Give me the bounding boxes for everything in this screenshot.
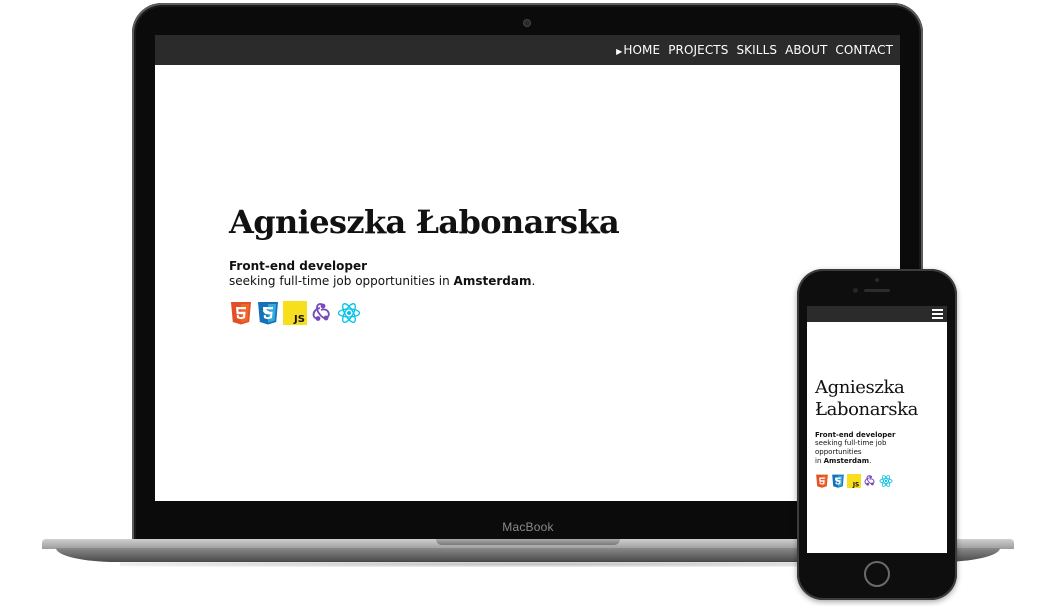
hamburger-menu-icon[interactable] — [932, 309, 943, 319]
nav-item-projects[interactable]: PROJECTS — [668, 43, 728, 57]
redux-icon — [310, 301, 334, 325]
nav-item-contact[interactable]: CONTACT — [835, 43, 893, 57]
mobile-profile-description: seeking full-time job opportunities in A… — [815, 439, 935, 466]
laptop-notch — [436, 539, 620, 545]
javascript-icon: JS — [283, 301, 307, 325]
mobile-javascript-icon-label: JS — [852, 482, 859, 488]
mobile-tech-icons: JS — [815, 474, 935, 488]
phone-home-button[interactable] — [864, 561, 890, 587]
nav-item-skills[interactable]: SKILLS — [736, 43, 777, 57]
description-period: . — [531, 274, 536, 288]
html5-icon — [229, 301, 253, 325]
tech-icons: JS — [229, 301, 619, 325]
react-icon — [879, 474, 893, 488]
mobile-profile-name: Agnieszka Łabonarska — [815, 377, 935, 421]
nav-label-home: HOME — [623, 43, 661, 57]
css3-icon — [256, 301, 280, 325]
hero: Agnieszka Łabonarska Front-end developer… — [229, 203, 620, 325]
description-text: seeking full-time job opportunities in — [229, 274, 454, 288]
profile-name: Agnieszka Łabonarska — [229, 203, 620, 241]
description-city: Amsterdam — [453, 274, 532, 288]
mobile-desc-period: . — [869, 457, 872, 465]
mobile-name-line1: Agnieszka — [815, 377, 905, 398]
phone-camera — [853, 288, 858, 293]
profile-role: Front-end developer — [229, 259, 367, 273]
javascript-icon: JS — [847, 474, 861, 488]
css3-icon — [831, 474, 845, 488]
profile-description: seeking full-time job opportunities in A… — [229, 274, 619, 288]
mobile-desc-line1: seeking full-time job opportunities — [815, 439, 887, 456]
laptop-camera — [524, 20, 530, 26]
redux-icon — [863, 474, 877, 488]
phone-screen: Agnieszka Łabonarska Front-end developer… — [807, 306, 947, 553]
navbar: ▶HOME PROJECTS SKILLS ABOUT CONTACT — [155, 35, 900, 65]
mobile-desc-city: Amsterdam — [823, 457, 870, 465]
phone-speaker — [864, 289, 890, 292]
caret-right-icon: ▶ — [616, 47, 623, 56]
react-icon — [337, 301, 361, 325]
javascript-icon-label: JS — [293, 314, 305, 325]
mobile-profile-role: Front-end developer — [815, 431, 896, 439]
phone-front-sensor — [875, 278, 879, 282]
nav-menu: ▶HOME PROJECTS SKILLS ABOUT CONTACT — [616, 35, 893, 65]
mobile-desc-line2: in Amsterdam. — [815, 457, 935, 466]
html5-icon — [815, 474, 829, 488]
nav-item-home[interactable]: ▶HOME — [616, 43, 660, 57]
mobile-desc-prefix: in — [815, 457, 824, 465]
mobile-name-line2: Łabonarska — [815, 399, 918, 420]
laptop-screen: ▶HOME PROJECTS SKILLS ABOUT CONTACT Agni… — [155, 35, 900, 501]
mobile-hero: Agnieszka Łabonarska Front-end developer… — [815, 377, 935, 488]
nav-item-about[interactable]: ABOUT — [785, 43, 827, 57]
mobile-navbar — [807, 306, 947, 322]
